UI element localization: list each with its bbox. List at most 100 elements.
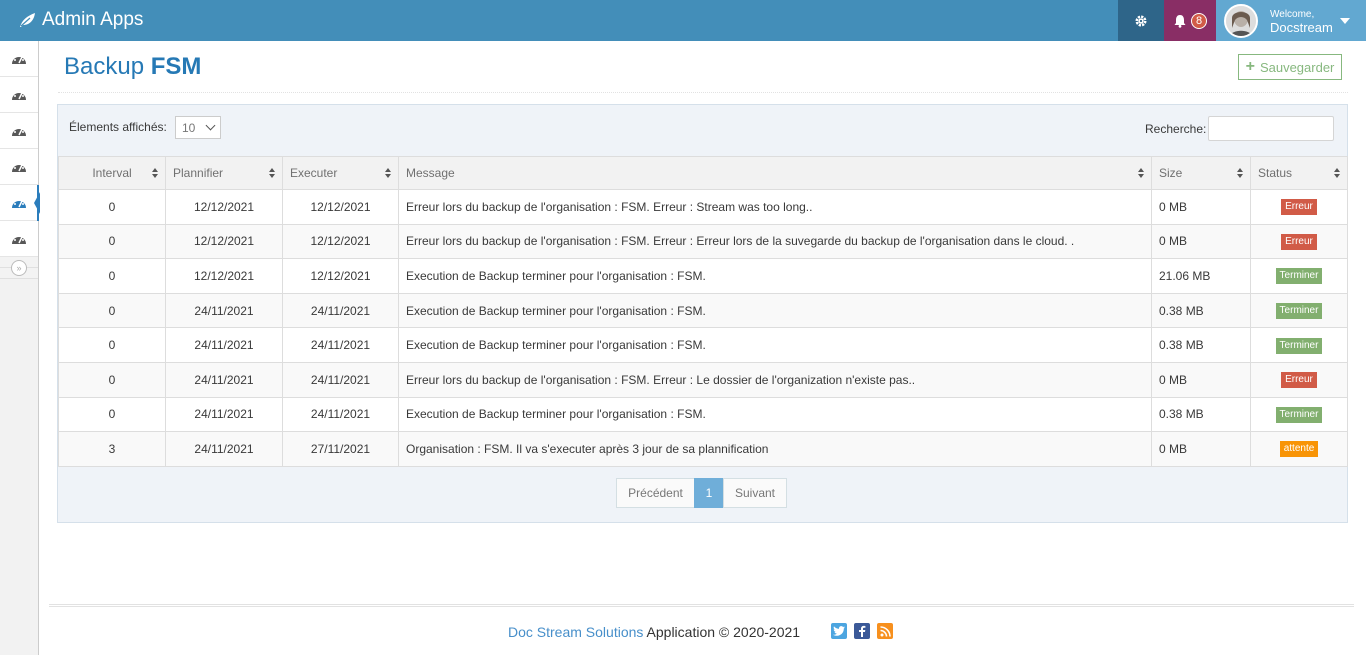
footer-social-links xyxy=(831,623,893,639)
table-row[interactable]: 3 24/11/2021 27/11/2021 Organisation : FSM.… xyxy=(58,431,1348,467)
cell-interval: 0 xyxy=(58,361,166,398)
cell-planned: 24/11/2021 xyxy=(165,361,283,398)
avatar xyxy=(1224,3,1258,38)
cell-interval: 0 xyxy=(58,396,166,433)
cell-executed: 27/11/2021 xyxy=(282,431,399,467)
cell-planned: 24/11/2021 xyxy=(165,431,283,467)
table-body: 0 12/12/2021 12/12/2021 Erreur lors du back… xyxy=(58,189,1348,467)
length-label: Élements affichés: xyxy=(69,120,167,134)
backup-table-panel: Élements affichés: 10 Recherche: Interva… xyxy=(57,104,1348,523)
table-row[interactable]: 0 24/11/2021 24/11/2021 Erreur lors du back… xyxy=(58,361,1348,398)
cell-message: Erreur lors du backup de l'organisation … xyxy=(398,189,1152,225)
length-select[interactable]: 10 xyxy=(175,116,221,139)
sidebar-item-5-active[interactable] xyxy=(0,185,40,221)
cell-planned: 12/12/2021 xyxy=(165,189,283,225)
tachometer-icon xyxy=(12,162,26,172)
twitter-icon[interactable] xyxy=(831,623,847,639)
cell-interval: 0 xyxy=(58,189,166,225)
cell-size: 0 MB xyxy=(1151,189,1251,225)
sidebar-item-3[interactable] xyxy=(0,113,38,149)
leaf-icon xyxy=(20,13,35,27)
cell-planned: 24/11/2021 xyxy=(165,327,283,363)
cell-status: Erreur xyxy=(1250,223,1348,260)
footer: Doc Stream Solutions Application © 2020-… xyxy=(49,604,1354,655)
footer-brand: Doc Stream Solutions xyxy=(508,624,644,640)
sidebar-item-6[interactable] xyxy=(0,221,38,257)
cell-planned: 12/12/2021 xyxy=(165,258,283,294)
cell-message: Erreur lors du backup de l'organisation … xyxy=(398,223,1152,260)
tachometer-icon xyxy=(12,54,26,64)
save-button[interactable]: + Sauvegarder xyxy=(1238,54,1342,80)
cell-status: Terminer xyxy=(1250,396,1348,433)
column-header-interval[interactable]: Interval xyxy=(58,156,166,190)
backup-table: Interval Plannifier Executer Message Siz… xyxy=(58,156,1348,467)
status-badge: Terminer xyxy=(1275,268,1323,285)
search-input[interactable] xyxy=(1208,116,1334,141)
user-welcome: Welcome, xyxy=(1270,8,1315,20)
status-badge: attente xyxy=(1279,441,1319,458)
cell-message: Execution de Backup terminer pour l'orga… xyxy=(398,258,1152,294)
cell-executed: 12/12/2021 xyxy=(282,223,399,260)
user-menu[interactable]: Welcome, Docstream xyxy=(1216,0,1366,41)
pagination-next-button[interactable]: Suivant xyxy=(723,478,787,508)
page-header: Backup FSM + Sauvegarder xyxy=(58,45,1348,93)
table-row[interactable]: 0 24/11/2021 24/11/2021 Execution de Backup… xyxy=(58,396,1348,433)
column-header-message[interactable]: Message xyxy=(398,156,1152,190)
status-badge: Terminer xyxy=(1275,337,1323,354)
page-title: Backup FSM xyxy=(64,53,201,81)
caret-down-icon xyxy=(1340,18,1350,24)
sidebar-item-4[interactable] xyxy=(0,149,38,185)
facebook-icon[interactable] xyxy=(854,623,870,639)
tachometer-icon xyxy=(12,198,26,208)
cell-message: Execution de Backup terminer pour l'orga… xyxy=(398,327,1152,363)
bell-icon xyxy=(1174,14,1186,28)
cell-status: Erreur xyxy=(1250,189,1348,225)
cell-planned: 24/11/2021 xyxy=(165,292,283,329)
cell-executed: 24/11/2021 xyxy=(282,292,399,329)
tachometer-icon xyxy=(12,126,26,136)
cell-executed: 24/11/2021 xyxy=(282,396,399,433)
settings-button[interactable] xyxy=(1118,0,1164,41)
cell-interval: 0 xyxy=(58,327,166,363)
sort-icon xyxy=(269,168,275,179)
tachometer-icon xyxy=(12,234,26,244)
cell-executed: 24/11/2021 xyxy=(282,361,399,398)
pagination-page-1[interactable]: 1 xyxy=(694,478,724,508)
cell-executed: 12/12/2021 xyxy=(282,189,399,225)
cell-planned: 24/11/2021 xyxy=(165,396,283,433)
sidebar-item-2[interactable] xyxy=(0,77,38,113)
cell-interval: 0 xyxy=(58,292,166,329)
sidebar-collapse-row: » xyxy=(0,257,38,279)
table-row[interactable]: 0 24/11/2021 24/11/2021 Execution de Backup… xyxy=(58,292,1348,329)
notification-count-badge: 8 xyxy=(1190,12,1208,29)
table-row[interactable]: 0 24/11/2021 24/11/2021 Execution de Backup… xyxy=(58,327,1348,363)
length-select-value: 10 xyxy=(182,121,196,135)
search-label: Recherche: xyxy=(1145,122,1207,136)
table-row[interactable]: 0 12/12/2021 12/12/2021 Execution de Backup… xyxy=(58,258,1348,294)
notifications-button[interactable]: 8 xyxy=(1164,0,1216,41)
column-header-executed[interactable]: Executer xyxy=(282,156,399,190)
cell-executed: 12/12/2021 xyxy=(282,258,399,294)
brand-name: Admin Apps xyxy=(42,9,144,30)
column-header-size[interactable]: Size xyxy=(1151,156,1251,190)
sort-icon xyxy=(385,168,391,179)
cell-size: 0.38 MB xyxy=(1151,292,1251,329)
sort-icon xyxy=(1334,168,1340,179)
cell-executed: 24/11/2021 xyxy=(282,327,399,363)
cell-status: Terminer xyxy=(1250,292,1348,329)
table-row[interactable]: 0 12/12/2021 12/12/2021 Erreur lors du back… xyxy=(58,223,1348,260)
user-name: Docstream xyxy=(1270,19,1333,35)
sidebar: » xyxy=(0,41,40,655)
column-header-status[interactable]: Status xyxy=(1250,156,1348,190)
sidebar-item-1[interactable] xyxy=(0,41,38,77)
tachometer-icon xyxy=(12,90,26,100)
sort-icon xyxy=(1138,168,1144,179)
pagination-previous-button[interactable]: Précédent xyxy=(616,478,695,508)
status-badge: Erreur xyxy=(1281,199,1317,216)
cell-status: attente xyxy=(1250,431,1348,467)
brand-link[interactable]: Admin Apps xyxy=(18,8,143,32)
rss-icon[interactable] xyxy=(877,623,893,639)
table-row[interactable]: 0 12/12/2021 12/12/2021 Erreur lors du back… xyxy=(58,189,1348,225)
sidebar-collapse-button[interactable]: » xyxy=(11,259,27,276)
column-header-planned[interactable]: Plannifier xyxy=(165,156,283,190)
